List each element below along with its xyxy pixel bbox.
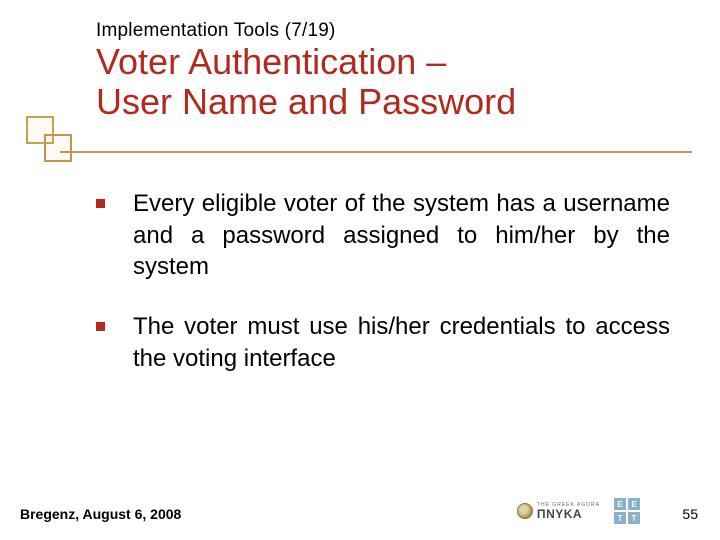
pnyka-coin-icon (517, 503, 533, 519)
slide-footer: Bregenz, August 6, 2008 THE GREEK AGORA … (20, 482, 700, 522)
bullet-square-icon (96, 199, 105, 208)
footer-location-date: Bregenz, August 6, 2008 (20, 506, 181, 522)
slide: Implementation Tools (7/19) Voter Authen… (0, 0, 720, 540)
eett-cell: E (614, 498, 626, 510)
bullet-item: The voter must use his/her credentials t… (96, 311, 670, 374)
bullet-item: Every eligible voter of the system has a… (96, 188, 670, 283)
pnyka-name: ΠNYKA (537, 508, 600, 520)
eett-logo: E E T T (614, 498, 640, 524)
title-line-2: User Name and Password (96, 81, 516, 122)
slide-header: Implementation Tools (7/19) Voter Authen… (96, 20, 670, 123)
page-number: 55 (682, 506, 698, 522)
eett-cell: E (628, 498, 640, 510)
pnyka-logo: THE GREEK AGORA ΠNYKA (517, 503, 600, 520)
title-underline (60, 151, 692, 153)
title-line-1: Voter Authentication – (96, 41, 446, 82)
bullet-square-icon (96, 322, 105, 331)
decor-square-inner (44, 134, 72, 162)
slide-title: Voter Authentication – User Name and Pas… (96, 42, 670, 123)
eett-cell: T (614, 512, 626, 524)
bullet-text: Every eligible voter of the system has a… (133, 188, 670, 283)
footer-logos: THE GREEK AGORA ΠNYKA E E T T (517, 498, 640, 524)
pnyka-text: THE GREEK AGORA ΠNYKA (537, 503, 600, 520)
slide-body: Every eligible voter of the system has a… (96, 188, 670, 402)
breadcrumb: Implementation Tools (7/19) (96, 20, 670, 42)
eett-cell: T (628, 512, 640, 524)
bullet-text: The voter must use his/her credentials t… (133, 311, 670, 374)
